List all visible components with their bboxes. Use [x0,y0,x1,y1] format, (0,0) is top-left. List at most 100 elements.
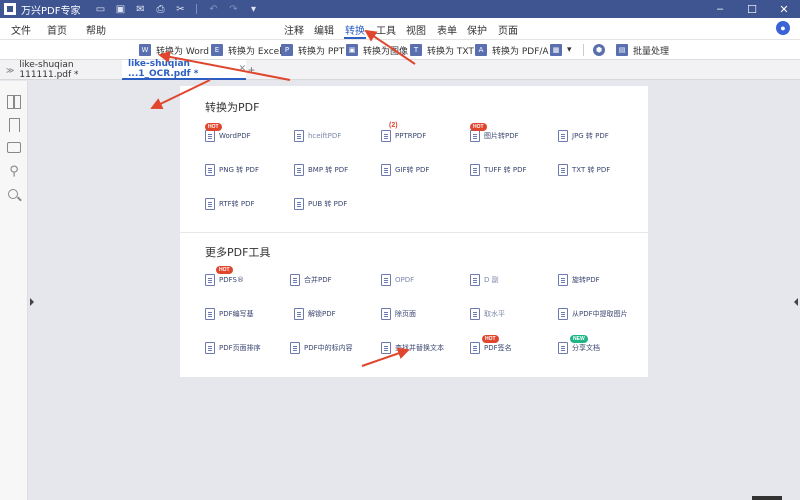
bmp-file-icon [294,164,304,176]
bookmark-icon[interactable] [9,118,20,132]
watermark-icon [470,308,480,320]
extract-images-tool[interactable]: 从PDF中提取图片 [558,304,628,324]
close-button[interactable]: ✕ [768,0,800,18]
window-controls: – ☐ ✕ [704,0,800,18]
convert-to-word-button[interactable]: W 转换为 Word [139,42,209,58]
menu-annotate[interactable]: 注释 [284,22,304,37]
app-title: 万兴PDF专家 [21,5,81,17]
extract-image-icon [558,308,568,320]
hexagon-settings-icon: ⬢ [593,44,605,56]
open-folder-icon[interactable]: ▭ [91,2,109,16]
convert-to-pdfa-button[interactable]: A 转换为 PDF/A [475,42,549,58]
watermark-tool[interactable]: 取水平 [470,304,505,324]
find-replace-text-tool[interactable]: 查找并替换文本 [381,338,444,358]
undo-icon[interactable]: ↶ [204,2,222,16]
scissors-icon[interactable]: ✂ [171,2,189,16]
item-label: 取水平 [484,310,505,318]
convert-to-txt-button[interactable]: T 转换为 TXT [410,42,474,58]
item-label: RTF转 PDF [219,200,255,208]
menu-home[interactable]: 首页 [47,22,67,37]
compress-pdf-tool[interactable]: OPDF [381,270,414,290]
pdfa-icon: A [475,44,487,56]
scroll-indicator [752,496,782,500]
item-label: BMP 转 PDF [308,166,349,174]
app-logo-icon [4,3,16,15]
menu-forms[interactable]: 表单 [437,22,457,37]
image-file-icon [470,130,480,142]
close-tab-icon[interactable]: ✕ [238,64,246,74]
split-pdf-tool[interactable]: D 副 [470,270,499,290]
menu-help[interactable]: 帮助 [86,22,106,37]
excel-to-pdf-item[interactable]: hceiftPDF [294,126,341,146]
ppt-file-icon [381,130,391,142]
toolbar-label: 转换为 PPT [298,46,345,57]
redo-icon[interactable]: ↷ [224,2,242,16]
menu-pages[interactable]: 页面 [498,22,518,37]
split-icon [470,274,480,286]
convert-to-ppt-button[interactable]: P 转换为 PPT [281,42,344,58]
unlock-pdf-tool[interactable]: 解锁PDF [294,304,336,324]
minimize-button[interactable]: – [704,0,736,18]
pdf-content-tool[interactable]: PDF中的标内容 [290,338,353,358]
bmp-to-pdf-item[interactable]: BMP 转 PDF [294,160,348,180]
menu-file[interactable]: 文件 [11,22,31,37]
double-chevron-icon[interactable]: ≫ [6,66,14,75]
mail-icon[interactable]: ✉ [131,2,149,16]
item-label: 从PDF中提取图片 [572,310,628,318]
expand-right-panel-icon[interactable] [794,298,798,306]
pub-to-pdf-item[interactable]: PUB 转 PDF [294,194,347,214]
menu-protect[interactable]: 保护 [467,22,487,37]
rotate-pdf-tool[interactable]: 旋转PDF [558,270,600,290]
print-icon[interactable]: ⎙ [151,2,169,16]
compress-icon [381,274,391,286]
more-formats-button[interactable]: ▦ ▾ [550,42,572,58]
item-label: TXT 转 PDF [572,166,611,174]
item-label: OPDF [395,276,415,284]
new-tab-icon[interactable]: + [248,63,255,77]
thumbnails-icon[interactable] [7,95,21,109]
menu-convert[interactable]: 转换 [345,22,365,37]
txt-file-icon [558,164,568,176]
attachment-icon[interactable]: ⚲ [7,164,21,178]
menu-tools[interactable]: 工具 [376,22,396,37]
title-bar: 万兴PDF专家 ▭ ▣ ✉ ⎙ ✂ ↶ ↷ ▾ – ☐ ✕ [0,0,800,18]
rtf-to-pdf-item[interactable]: RTF转 PDF [205,194,255,214]
batch-process-button[interactable]: ▤ 批量处理 [616,42,669,58]
item-label: 解锁PDF [308,310,336,318]
convert-to-image-button[interactable]: ▣ 转换为图像 [346,42,408,58]
settings-button[interactable]: ⬢ [593,42,610,58]
maximize-button[interactable]: ☐ [736,0,768,18]
delete-pages-tool[interactable]: 除页面 [381,304,416,324]
pdf-edit-tool[interactable]: PDF编写基 [205,304,254,324]
search-icon[interactable] [8,189,18,199]
reorder-icon [205,342,215,354]
png-to-pdf-item[interactable]: PNG 转 PDF [205,160,259,180]
menu-view[interactable]: 视图 [406,22,426,37]
convert-to-excel-button[interactable]: E 转换为 Excel [211,42,282,58]
gif-to-pdf-item[interactable]: GIF转 PDF [381,160,429,180]
menu-bar: 文件 首页 帮助 注释 编辑 转换 工具 视图 表单 保护 页面 [0,18,800,40]
txt-to-pdf-item[interactable]: TXT 转 PDF [558,160,610,180]
user-avatar-icon[interactable]: ● [776,21,790,35]
count-badge: (2) [389,122,398,129]
tiff-to-pdf-item[interactable]: TUFF 转 PDF [470,160,527,180]
left-sidebar: ⚲ [0,81,28,500]
toolbar-label: 转换为图像 [363,46,409,57]
section-title: 更多PDF工具 [205,246,271,259]
item-label: 合并PDF [304,276,332,284]
item-label: PDF编写基 [219,310,254,318]
expand-left-panel-icon[interactable] [30,298,34,306]
save-icon[interactable]: ▣ [111,2,129,16]
document-tab[interactable]: ≫ like-shuqian 111111.pdf * [0,60,122,80]
item-label: PNG 转 PDF [219,166,259,174]
menu-edit[interactable]: 编辑 [314,22,334,37]
document-tab-active[interactable]: like-shuqian ...1_OCR.pdf * ✕ [122,59,246,80]
jpg-to-pdf-item[interactable]: JPG 转 PDF [558,126,609,146]
excel-icon: E [211,44,223,56]
rotate-icon [558,274,568,286]
reorder-pages-tool[interactable]: PDF页面排序 [205,338,261,358]
comment-icon[interactable] [7,142,21,153]
customize-dropdown-icon[interactable]: ▾ [244,2,262,16]
jpg-file-icon [558,130,568,142]
merge-pdf-tool[interactable]: 合并PDF [290,270,332,290]
